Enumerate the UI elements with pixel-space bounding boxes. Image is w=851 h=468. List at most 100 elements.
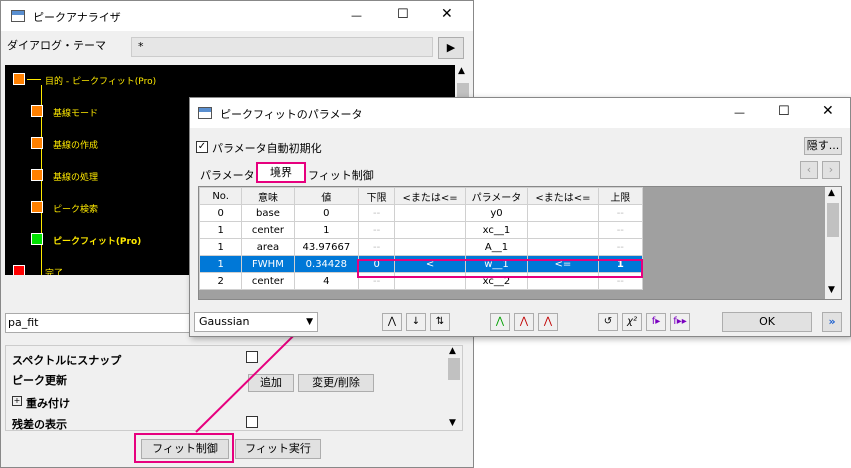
title-bar: ピークアナライザ — ☐ ✕ [1,1,473,31]
cell[interactable] [394,238,466,256]
cell[interactable]: base [241,204,295,222]
cell[interactable]: A__1 [464,238,529,256]
cell[interactable] [527,238,599,256]
minimize-icon[interactable]: — [351,9,362,22]
name-field[interactable]: pa_fit [5,313,205,333]
scroll-up-icon[interactable]: ▲ [458,66,465,76]
chi-square-icon[interactable]: χ² [622,313,642,331]
hide-button[interactable]: 隠す... [804,137,842,155]
cell[interactable]: 2 [199,272,243,290]
tree-line-h [27,79,41,80]
auto-init-checkbox[interactable]: ✓ [196,141,208,153]
peak-tool-icon[interactable]: ⋀ [382,313,402,331]
cell[interactable]: 1 [199,255,243,273]
cell[interactable]: FWHM [241,255,295,273]
dialog-title-bar: ピークフィットのパラメータ — ☐ ✕ [190,98,850,128]
cell[interactable]: center [241,272,295,290]
peak-fit-icon-3[interactable]: ⋀ [538,313,558,331]
tree-label-6[interactable]: 完了 [45,266,63,275]
cell[interactable]: -- [358,204,396,222]
table-row[interactable]: 0 base 0 -- y0 -- [199,204,644,222]
cell[interactable]: 0 [199,204,243,222]
cell[interactable]: 1 [199,238,243,256]
tree-node-4[interactable] [31,201,43,213]
reset-icon[interactable]: ↺ [598,313,618,331]
cell[interactable]: 4 [293,272,360,290]
tree-node-1[interactable] [31,105,43,117]
dialog-maximize-icon[interactable]: ☐ [778,104,790,119]
cell[interactable] [394,204,466,222]
dialog-minimize-icon[interactable]: — [734,106,745,119]
collapse-button[interactable]: » [822,312,842,332]
window-title: ピークアナライザ [33,11,121,24]
cell[interactable]: -- [597,238,644,256]
peak-fit-icon-1[interactable]: ⋀ [490,313,510,331]
iterate-icon[interactable]: f▸ [646,313,666,331]
cell[interactable]: -- [358,238,396,256]
tab-bounds[interactable]: 境界 [256,162,306,183]
dialog-icon [198,107,212,119]
cell[interactable] [527,221,599,239]
table-row[interactable]: 1 center 1 -- xc__1 -- [199,221,644,239]
sort-updown-icon[interactable]: ⇅ [430,313,450,331]
tree-node-6[interactable] [13,265,25,275]
grid-scroll-up-icon[interactable]: ▲ [828,188,835,198]
function-select[interactable]: Gaussian ▼ [194,312,318,332]
options-scrollbar[interactable]: ▲ ▼ [446,346,462,430]
close-icon[interactable]: ✕ [441,6,453,22]
options-scroll-down-icon[interactable]: ▼ [449,418,456,428]
maximize-icon[interactable]: ☐ [397,7,409,22]
col-param: パラメータ [464,187,529,205]
theme-field[interactable]: * [131,37,433,57]
cell[interactable] [394,221,466,239]
peak-fit-params-dialog: ピークフィットのパラメータ — ☐ ✕ ✓ パラメータ自動初期化 隠す... パ… [189,97,851,337]
cell[interactable]: -- [597,204,644,222]
peak-update-label: ピーク更新 [12,374,67,387]
dialog-close-icon[interactable]: ✕ [822,103,834,119]
cell[interactable]: 0.34428 [293,255,360,273]
tree-label-4[interactable]: ピーク検索 [53,202,98,215]
tree-label-2[interactable]: 基線の作成 [53,138,98,151]
tree-label-5[interactable]: ピークフィット(Pro) [53,234,141,247]
expand-icon[interactable]: + [12,396,22,406]
cell[interactable]: area [241,238,295,256]
next-tab-button[interactable]: › [822,161,840,179]
options-scroll-thumb[interactable] [448,358,460,380]
row-highlight [357,259,643,278]
table-row[interactable]: 1 area 43.97667 -- A__1 -- [199,238,644,256]
grid-scroll-thumb[interactable] [827,203,839,237]
peak-fit-icon-2[interactable]: ⋀ [514,313,534,331]
grid-scroll-down-icon[interactable]: ▼ [828,285,835,295]
cell[interactable]: 1 [293,221,360,239]
tree-label-0[interactable]: 目的 - ピークフィット(Pro) [45,74,156,87]
cell[interactable]: 43.97667 [293,238,360,256]
cell[interactable]: 1 [199,221,243,239]
cell[interactable]: 0 [293,204,360,222]
cell[interactable]: y0 [464,204,529,222]
sort-tool-icon[interactable]: ↓ [406,313,426,331]
cell[interactable]: center [241,221,295,239]
prev-tab-button[interactable]: ‹ [800,161,818,179]
tab-parameters[interactable]: パラメータ [200,167,255,183]
tree-node-3[interactable] [31,169,43,181]
theme-next-button[interactable]: ▶ [438,37,464,59]
tree-node-2[interactable] [31,137,43,149]
col-upper-op: <または<= [527,187,599,205]
cell[interactable] [527,204,599,222]
cell[interactable]: -- [358,221,396,239]
tree-node-5[interactable] [31,233,43,245]
theme-value: * [138,40,144,53]
tree-label-3[interactable]: 基線の処理 [53,170,98,183]
tree-node-0[interactable] [13,73,25,85]
fit-until-converge-icon[interactable]: f▸▸ [670,313,690,331]
tree-label-1[interactable]: 基線モード [53,106,98,119]
theme-label: ダイアログ・テーマ [7,39,106,52]
col-meaning: 意味 [241,187,295,205]
grid-scrollbar[interactable]: ▲ ▼ [825,187,841,299]
cell[interactable]: -- [597,221,644,239]
ok-button[interactable]: OK [722,312,812,332]
fit-run-button[interactable]: フィット実行 [235,439,321,459]
cell[interactable]: xc__1 [464,221,529,239]
tab-fit-control[interactable]: フィット制御 [308,167,374,183]
options-scroll-up-icon[interactable]: ▲ [449,346,456,356]
